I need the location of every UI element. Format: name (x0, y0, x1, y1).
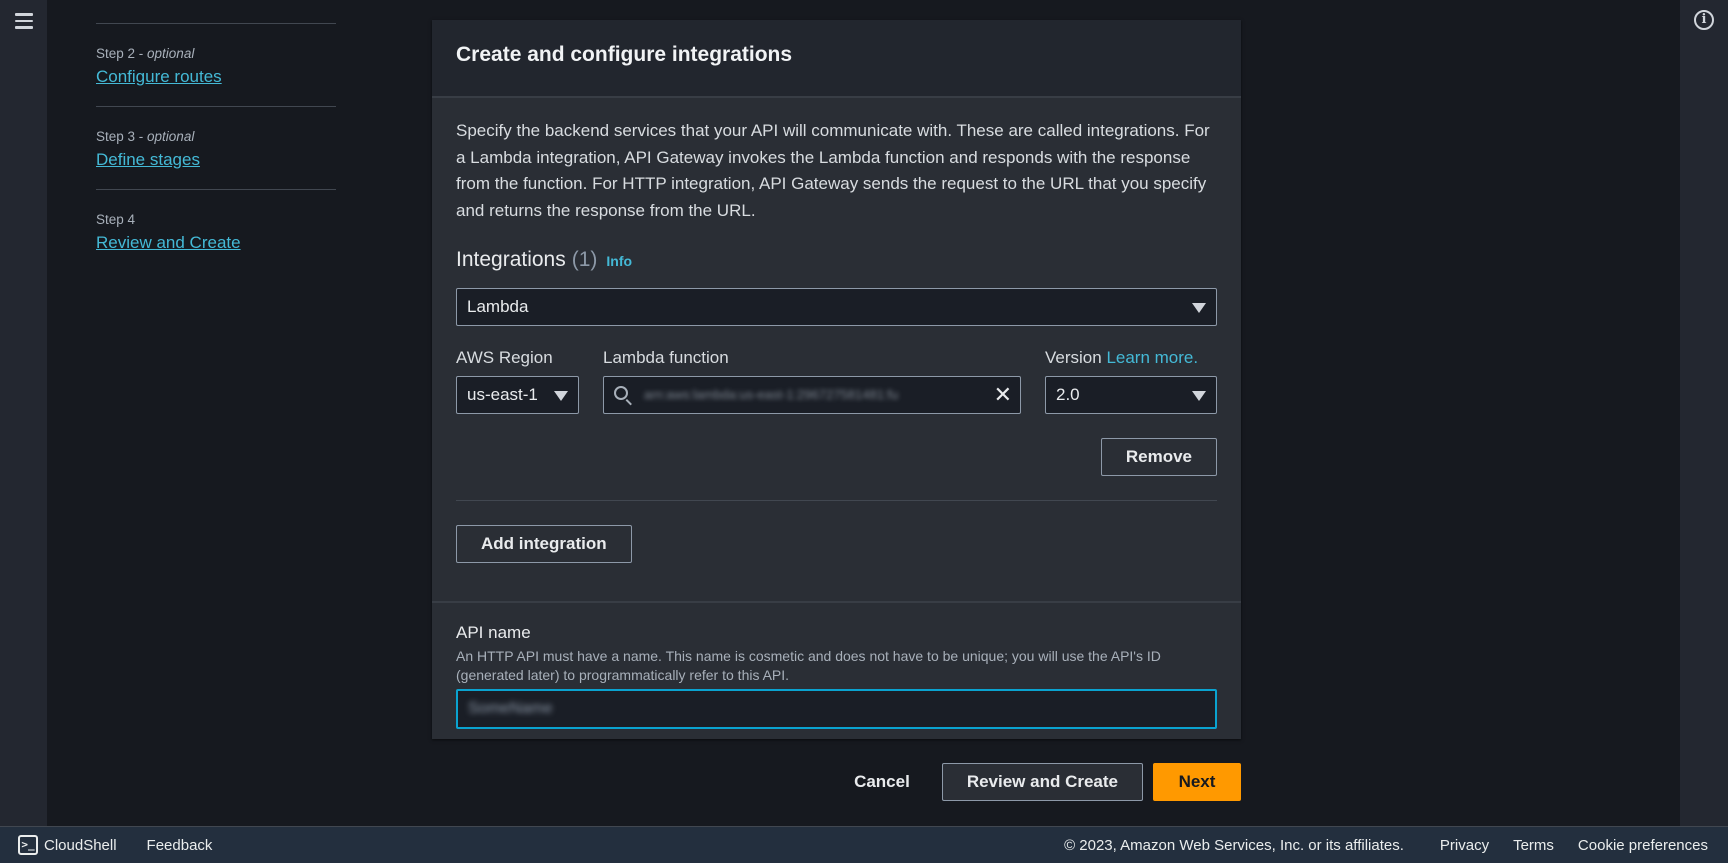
card-body: Specify the backend services that your A… (432, 98, 1241, 563)
step-3-label: Step 3 - optional (96, 129, 195, 144)
cloudshell-link[interactable]: CloudShell (44, 837, 117, 854)
lambda-function-input[interactable]: arn:aws:lambda:us-east-1:296727581481:fu… (603, 376, 1021, 414)
integration-fields-row: AWS Region us-east-1 Lambda function arn… (456, 348, 1217, 414)
right-tools-rail: i (1680, 0, 1728, 826)
card-title: Create and configure integrations (456, 43, 793, 66)
version-field: Version Learn more. 2.0 (1045, 348, 1217, 414)
region-field: AWS Region us-east-1 (456, 348, 579, 414)
privacy-link[interactable]: Privacy (1440, 837, 1489, 854)
search-icon (614, 386, 628, 400)
step-3: Step 3 - optional Define stages (96, 107, 336, 189)
step-4: Step 4 Review and Create (96, 190, 336, 272)
api-name-section: API name An HTTP API must have a name. T… (432, 601, 1241, 729)
console-footer: >_ CloudShell Feedback © 2023, Amazon We… (0, 826, 1728, 863)
review-and-create-button[interactable]: Review and Create (941, 763, 1143, 801)
remove-integration-button[interactable]: Remove (1100, 438, 1217, 476)
caret-down-icon (554, 391, 568, 401)
clear-icon[interactable]: ✕ (994, 383, 1012, 407)
card-header: Create and configure integrations (432, 20, 1241, 98)
region-select[interactable]: us-east-1 (456, 376, 579, 414)
footer-right: © 2023, Amazon Web Services, Inc. or its… (1064, 837, 1728, 854)
cookie-preferences-link[interactable]: Cookie preferences (1578, 837, 1708, 854)
step-link-define-stages[interactable]: Define stages (96, 150, 200, 169)
api-name-description: An HTTP API must have a name. This name … (456, 648, 1161, 683)
api-name-input[interactable]: SomeName (456, 689, 1217, 729)
version-label: Version Learn more. (1045, 348, 1199, 367)
step-2-label: Step 2 - optional (96, 46, 195, 61)
step-4-label: Step 4 (96, 212, 136, 227)
cancel-button[interactable]: Cancel (830, 772, 934, 792)
card-description: Specify the backend services that your A… (456, 121, 1210, 220)
integrations-info-link[interactable]: Info (606, 253, 632, 269)
version-value: 2.0 (1056, 385, 1080, 404)
wizard-actions: Cancel Review and Create Next (830, 763, 1241, 801)
terms-link[interactable]: Terms (1513, 837, 1554, 854)
integrations-heading: Integrations (1) Info (456, 248, 1217, 272)
lambda-function-label: Lambda function (603, 348, 729, 367)
next-button[interactable]: Next (1153, 763, 1241, 801)
wizard-steps-nav: Step 2 - optional Configure routes Step … (96, 0, 336, 272)
lambda-function-value: arn:aws:lambda:us-east-1:296727581481:fu (644, 387, 899, 402)
copyright-text: © 2023, Amazon Web Services, Inc. or its… (1064, 836, 1404, 854)
api-name-label: API name (456, 623, 531, 642)
add-integration-button[interactable]: Add integration (456, 525, 632, 563)
remove-row: Remove (456, 438, 1217, 476)
lambda-function-field: Lambda function arn:aws:lambda:us-east-1… (603, 348, 1021, 414)
add-row: Add integration (456, 525, 1217, 563)
version-select[interactable]: 2.0 (1045, 376, 1217, 414)
left-nav-rail (0, 0, 48, 826)
region-label: AWS Region (456, 348, 553, 367)
feedback-link[interactable]: Feedback (147, 837, 213, 854)
info-circle-icon[interactable]: i (1694, 10, 1714, 30)
version-learn-more-link[interactable]: Learn more. (1106, 348, 1198, 367)
api-name-value: SomeName (468, 700, 553, 717)
step-2: Step 2 - optional Configure routes (96, 24, 336, 106)
region-value: us-east-1 (467, 385, 538, 404)
caret-down-icon (1192, 303, 1206, 313)
caret-down-icon (1192, 391, 1206, 401)
hamburger-menu-icon[interactable] (15, 13, 33, 29)
step-link-review-and-create[interactable]: Review and Create (96, 233, 241, 252)
integration-type-select[interactable]: Lambda (456, 288, 1217, 326)
integrations-divider (456, 500, 1217, 501)
integrations-card: Create and configure integrations Specif… (432, 20, 1241, 739)
integration-type-value: Lambda (467, 297, 529, 316)
step-link-configure-routes[interactable]: Configure routes (96, 67, 222, 86)
cloudshell-icon[interactable]: >_ (18, 835, 38, 855)
integrations-title: Integrations (456, 248, 566, 271)
integrations-count: (1) (571, 248, 598, 271)
